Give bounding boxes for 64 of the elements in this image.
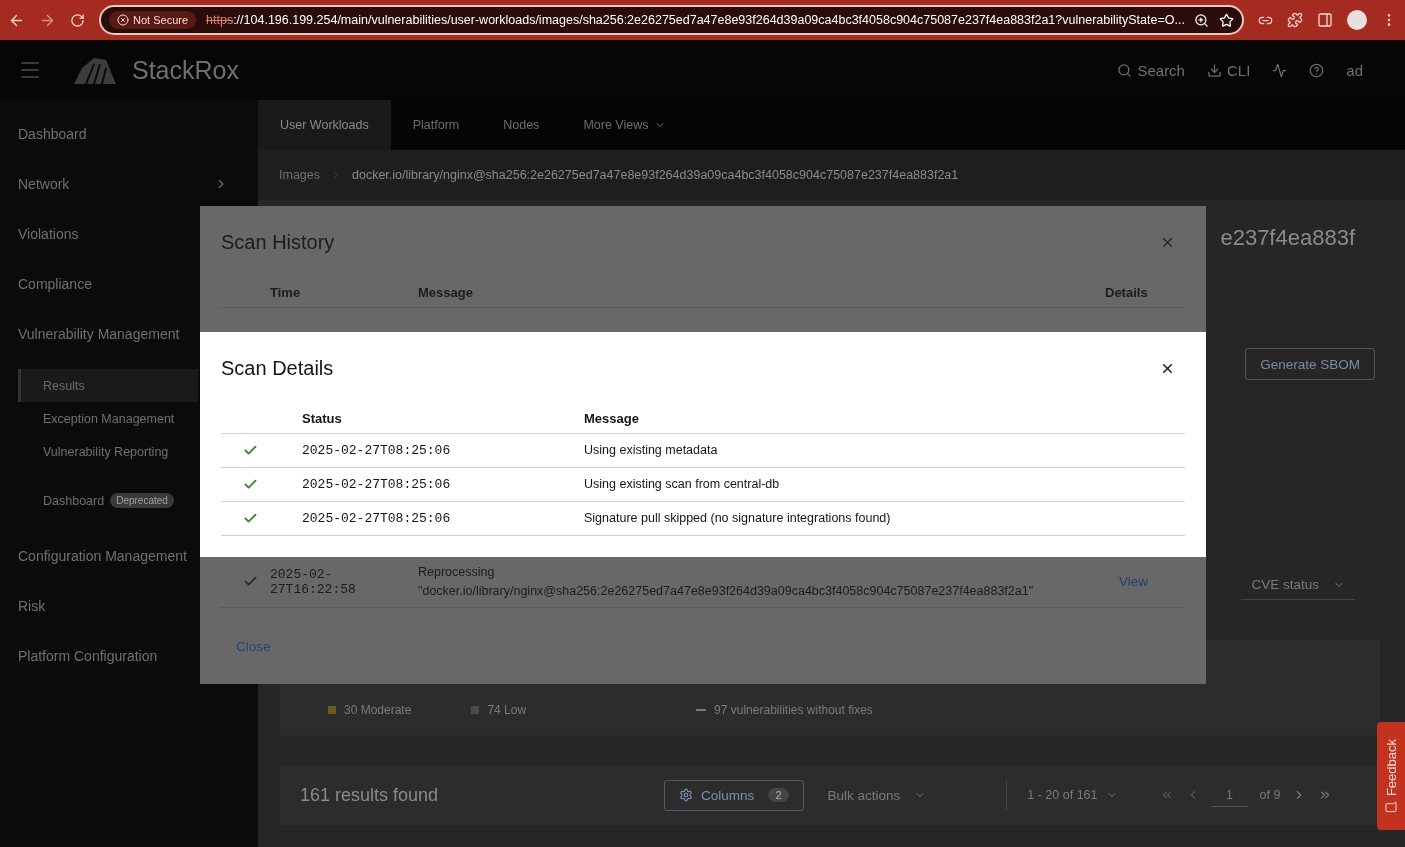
table-cell-text: 2025-02-27T16:22:58 (270, 566, 357, 597)
column-header: Message (584, 411, 640, 426)
side-panel-icon[interactable] (1317, 12, 1333, 28)
breadcrumb-current: docker.io/library/nginx@sha256:2e26275ed7a47e8e93f264d39a09ca4bc3f4058c904c75087e237f4ea883f2a1 (352, 168, 959, 182)
page-total: of 9 (1259, 788, 1281, 802)
reload-icon[interactable] (70, 12, 85, 28)
page-input[interactable]: 1 (1211, 783, 1248, 807)
sidebar-item[interactable]: Dashboard (0, 109, 258, 159)
help-icon (1309, 62, 1325, 78)
dialog-title: Scan History (221, 230, 335, 254)
bookmark-star-icon[interactable] (1219, 12, 1234, 28)
column-header: Time (270, 285, 302, 300)
tab[interactable]: Platform (390, 100, 482, 150)
sidebar-subitem[interactable]: Results (18, 369, 198, 402)
column-header: Message (418, 285, 474, 300)
profile-avatar[interactable] (1347, 10, 1367, 30)
bulk-actions-dropdown[interactable]: Bulk actions (817, 780, 1008, 810)
user-menu[interactable]: ad (1346, 61, 1363, 79)
pulse-icon (1272, 62, 1288, 78)
security-badge[interactable]: Not Secure (109, 11, 197, 29)
table-cell-text: Signature pull skipped (no signature integrations found) (584, 510, 892, 527)
deprecated-badge: Deprecated (110, 493, 174, 508)
extensions-icon[interactable] (1287, 12, 1303, 28)
logo-text: StackRox (132, 55, 239, 85)
warning-icon (117, 14, 129, 26)
columns-button[interactable]: Columns 2 (664, 779, 804, 811)
feedback-tab[interactable]: Feedback (1377, 722, 1405, 830)
sidebar-subitem[interactable]: Dashboard Deprecated (18, 484, 198, 517)
results-count: 161 results found (300, 784, 439, 806)
column-header: Status (302, 411, 343, 426)
table-cell-text: Using existing metadata (584, 442, 719, 459)
severity-count: 74 Low (471, 703, 527, 717)
generate-sbom-button[interactable]: Generate SBOM (1245, 348, 1375, 380)
sidebar-item[interactable]: Network (0, 159, 258, 209)
header-icon-button[interactable] (1309, 62, 1325, 78)
search-icon (1117, 62, 1133, 78)
logo-icon (72, 56, 118, 84)
download-icon (1206, 62, 1222, 78)
tab[interactable]: Nodes (481, 100, 562, 150)
table-cell-text: 2025-02-27T08:25:06 (302, 477, 452, 492)
zoom-icon[interactable] (1194, 12, 1209, 28)
sidebar-subitem[interactable]: Exception Management (18, 402, 198, 435)
header-icon-button[interactable] (1272, 62, 1288, 78)
header-action-button[interactable]: CLI (1206, 61, 1251, 79)
column-header: Details (1105, 285, 1149, 300)
address-bar[interactable]: Not Secure https://104.196.199.254/main/vulnerabilities/user-workloads/images/sha256:2e26275ed7a47e8e93f264d39a09ca4bc3f4058c904c75087e237f4ea883f2a1?vulnerabilityState=O... (99, 5, 1244, 35)
table-cell-text: Reprocessing "docker.io/library/nginx@sha256:2e26275ed7a47e8e93f264d39a09ca4bc3f4058c904c75087e237f4ea883f2a1" (418, 563, 1035, 600)
url-text: https://104.196.199.254/main/vulnerabilities/user-workloads/images/sha256:2e26275ed7a47e8e93f264d39a09ca4bc3f4058c904c75087e237f4ea883f2a1?vulnerabilityState=O... (206, 13, 1184, 27)
tab[interactable]: User Workloads (258, 100, 391, 150)
pagination-range[interactable]: 1 - 20 of 161 (1027, 788, 1118, 802)
page-title: e237f4ea883f (1220, 224, 1355, 251)
filter-dropdown[interactable]: CVE status (1241, 570, 1355, 600)
tab[interactable]: More Views (561, 100, 689, 150)
header-action-button[interactable]: Search (1117, 61, 1185, 79)
sidebar-subitem[interactable]: Vulnerability Reporting (18, 435, 198, 468)
table-cell-text: Using existing scan from central-db (584, 476, 781, 493)
dialog-title: Scan Details (221, 356, 334, 380)
chat-icon (1385, 801, 1397, 814)
table-cell-text: 2025-02-27T08:25:06 (302, 511, 452, 526)
fix-summary: 97 vulnerabilities without fixes (696, 703, 873, 717)
table-cell-text: 2025-02-27T08:25:06 (302, 443, 452, 458)
gear-icon (679, 788, 694, 802)
severity-count: 30 Moderate (328, 703, 412, 717)
breadcrumb-link[interactable]: Images (279, 168, 320, 182)
